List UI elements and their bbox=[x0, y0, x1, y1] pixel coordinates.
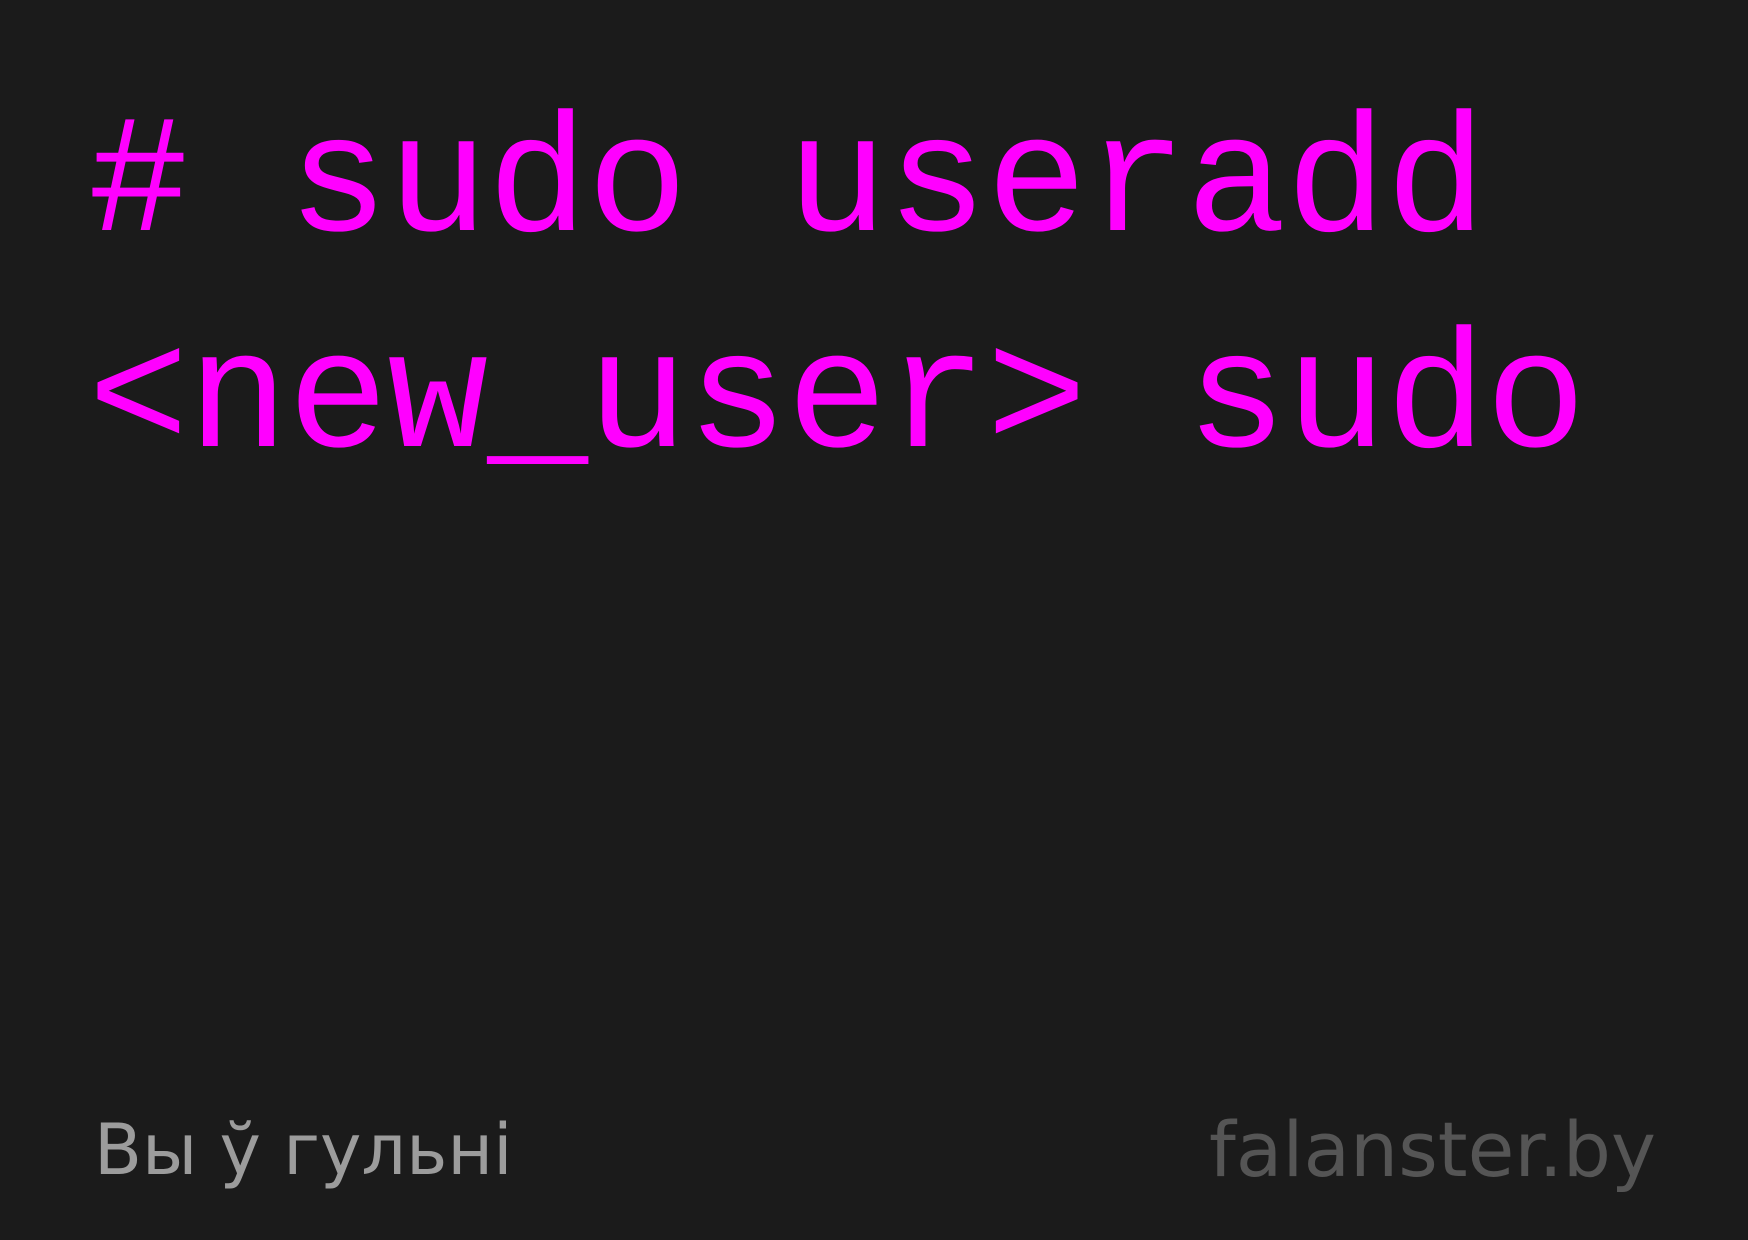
command-line-1: # sudo useradd bbox=[88, 91, 1486, 281]
tagline: Вы ў гульні bbox=[94, 1109, 513, 1191]
command-text: # sudo useradd <new_user> sudo bbox=[88, 78, 1708, 510]
site-name: falanster.by bbox=[1209, 1105, 1656, 1194]
command-line-2: <new_user> sudo bbox=[88, 307, 1586, 497]
